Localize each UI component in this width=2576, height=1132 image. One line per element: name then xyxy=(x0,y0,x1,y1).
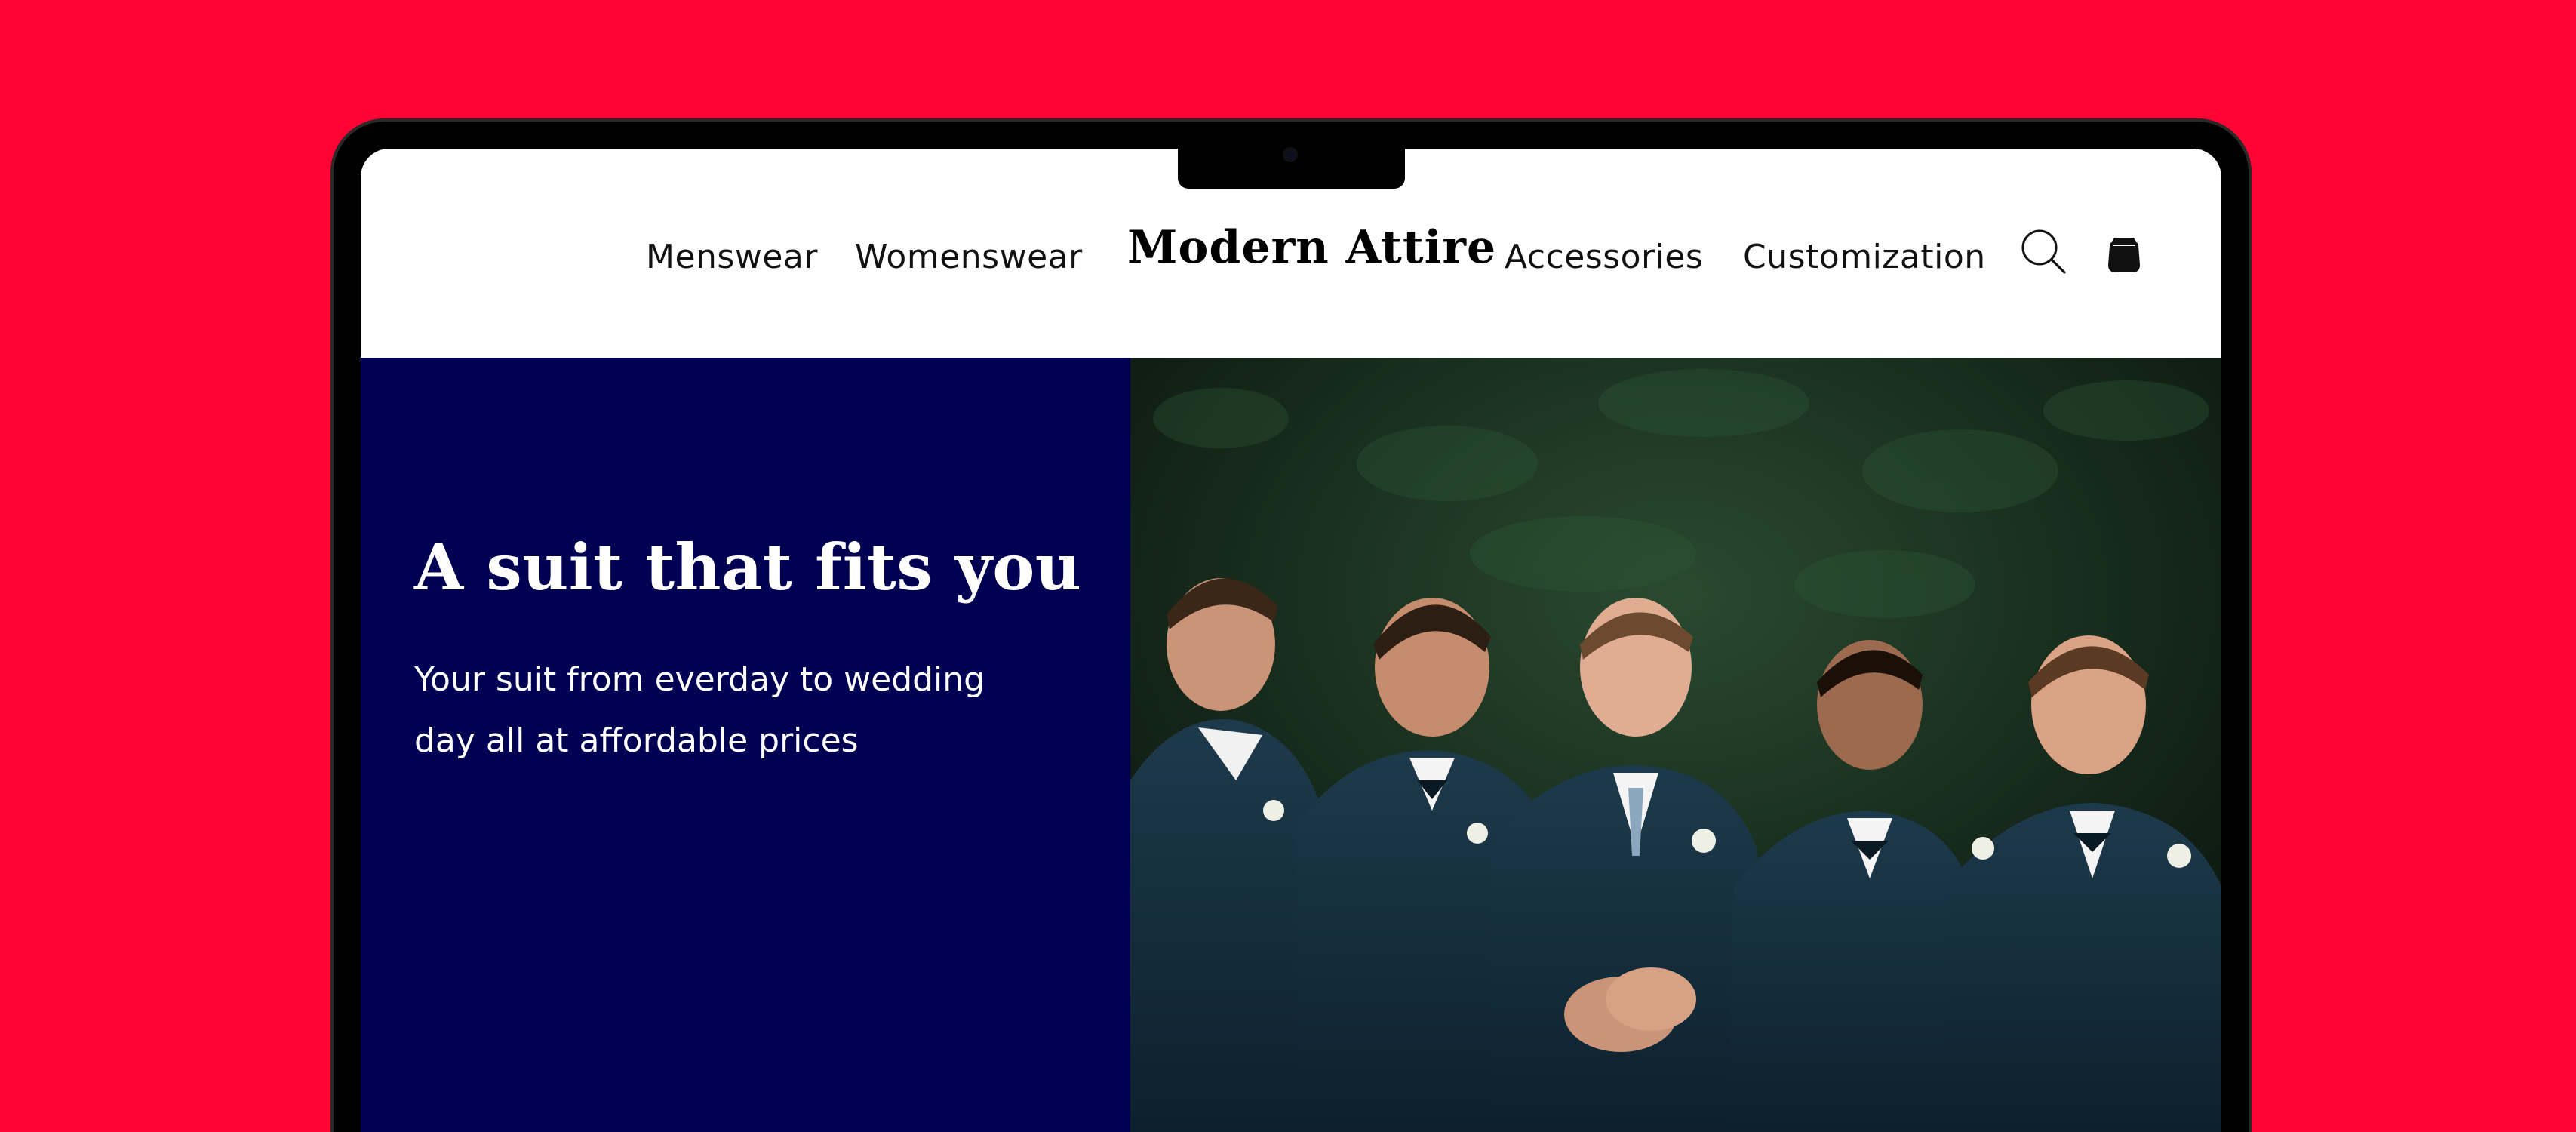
nav-accessories[interactable]: Accessories xyxy=(1505,238,1703,276)
camera-icon xyxy=(1285,149,1296,160)
search-icon[interactable] xyxy=(2019,227,2069,277)
brand-logo[interactable]: Modern Attire xyxy=(1127,221,1495,274)
page-background: Menswear Womenswear Modern Attire Access… xyxy=(0,0,2576,1132)
hero-section: A suit that fits you Your suit from ever… xyxy=(361,358,2221,1132)
browser-viewport: Menswear Womenswear Modern Attire Access… xyxy=(361,149,2221,1132)
hero-image xyxy=(1130,358,2221,1132)
hero-title: A suit that fits you xyxy=(414,530,1082,604)
hero-subtitle: Your suit from everday to wedding day al… xyxy=(414,649,1018,771)
hero-text-panel: A suit that fits you Your suit from ever… xyxy=(361,358,1130,1132)
nav-customization[interactable]: Customization xyxy=(1743,238,1986,276)
shopping-bag-icon[interactable] xyxy=(2099,227,2149,277)
nav-womenswear[interactable]: Womenswear xyxy=(855,238,1083,276)
nav-menswear[interactable]: Menswear xyxy=(646,238,818,276)
hero-subtitle-line-1: Your suit from everday to wedding xyxy=(414,660,985,699)
hero-subtitle-line-2: day all at affordable prices xyxy=(414,721,859,760)
